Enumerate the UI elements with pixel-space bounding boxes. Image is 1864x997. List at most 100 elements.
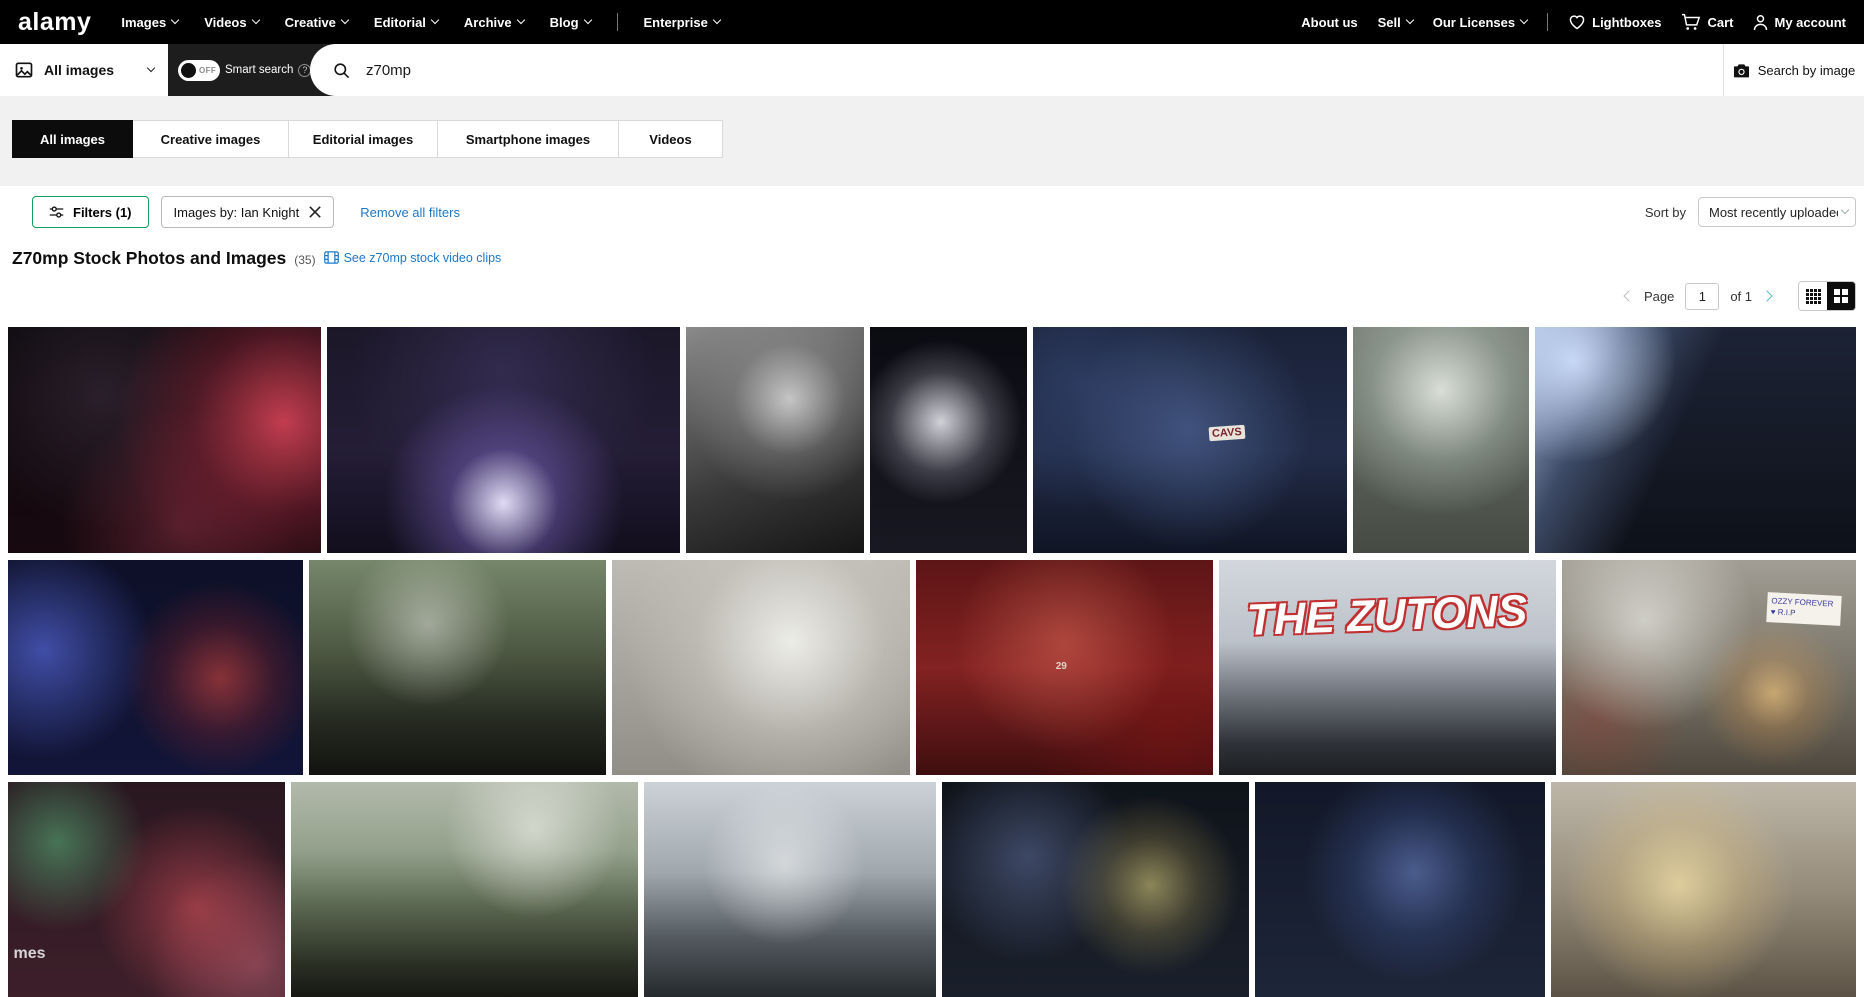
photo-thumbnail-three-women-red-stage[interactable]: 29	[916, 560, 1212, 775]
photo-thumbnail-bw-female-singer-microphone[interactable]	[686, 327, 864, 553]
nav-item-our-licenses[interactable]: Our Licenses	[1433, 15, 1527, 30]
page-number-input[interactable]	[1685, 283, 1719, 310]
tab-videos[interactable]: Videos	[619, 120, 723, 158]
photo-thumbnail-singer-white-jacket-dark-stage[interactable]	[870, 327, 1026, 553]
photo-thumbnail-memorial-flowers-candles[interactable]: OZZY FOREVER ♥ R.I.P	[1562, 560, 1856, 775]
photo-thumbnail-singer-leaning-to-festival-crowd[interactable]	[309, 560, 605, 775]
search-by-image-label: Search by image	[1758, 63, 1856, 78]
nav-label: Cart	[1707, 15, 1733, 30]
nav-label: Archive	[464, 15, 512, 30]
photo-thumbnail-sepia-singer-sunglasses-fog[interactable]	[612, 560, 910, 775]
photo-thumbnail-duo-gold-outfits-bright-stage[interactable]	[1551, 782, 1856, 997]
next-page-icon[interactable]	[1761, 290, 1772, 301]
search-by-image-button[interactable]: Search by image	[1723, 44, 1864, 96]
nav-label: Enterprise	[644, 15, 708, 30]
sliders-icon	[49, 205, 64, 219]
photo-overlay-text: THE ZUTONS	[1246, 586, 1528, 646]
pagination-row: Page of 1	[0, 281, 1856, 311]
nav-item-lightboxes[interactable]: Lightboxes	[1568, 14, 1661, 30]
chevron-down-icon	[171, 16, 179, 24]
see-video-clips-link[interactable]: See z70mp stock video clips	[324, 251, 502, 265]
previous-page-icon[interactable]	[1623, 290, 1634, 301]
photo-thumbnail-performer-arm-raised-spotlights[interactable]	[1535, 327, 1856, 553]
nav-item-enterprise[interactable]: Enterprise	[644, 15, 720, 30]
nav-item-creative[interactable]: Creative	[285, 15, 348, 30]
tabs-band: All images Creative images Editorial ima…	[0, 96, 1864, 186]
cart-icon	[1681, 13, 1701, 31]
chevron-down-icon	[1406, 16, 1414, 24]
large-grid-icon	[1834, 289, 1848, 303]
photo-thumbnail-group-on-stage-blue-light[interactable]: CAVS	[1033, 327, 1348, 553]
tab-editorial-images[interactable]: Editorial images	[289, 120, 438, 158]
search-scope-label: All images	[44, 62, 114, 78]
photo-overlay-text: mes	[14, 945, 46, 963]
page-label: Page	[1644, 289, 1674, 304]
nav-item-my-account[interactable]: My account	[1753, 14, 1846, 31]
photo-thumbnail-band-red-green-stage-flowers[interactable]: mes	[8, 782, 285, 997]
filters-row: Filters (1) Images by: Ian Knight Remove…	[32, 196, 1856, 228]
tab-creative-images[interactable]: Creative images	[133, 120, 289, 158]
filter-chip-label: Images by: Ian Knight	[174, 205, 300, 220]
nav-item-images[interactable]: Images	[121, 15, 178, 30]
page-total-label: of 1	[1730, 289, 1752, 304]
search-field	[310, 44, 1723, 96]
photo-row: mes	[8, 782, 1856, 997]
tab-smartphone-images[interactable]: Smartphone images	[438, 120, 619, 158]
heart-icon	[1568, 14, 1586, 30]
photo-thumbnail-guitarist-red-stage-lights[interactable]	[8, 327, 321, 553]
large-grid-view-button[interactable]	[1827, 282, 1855, 310]
filters-button-label: Filters (1)	[73, 205, 132, 220]
filters-button[interactable]: Filters (1)	[32, 196, 149, 228]
smart-search-toggle[interactable]: OFF	[178, 60, 220, 81]
result-type-tabs: All images Creative images Editorial ima…	[12, 120, 1864, 158]
chevron-down-icon	[251, 16, 259, 24]
photo-thumbnail-young-musician-portrait-spotlight[interactable]	[1353, 327, 1529, 553]
filter-chip-images-by[interactable]: Images by: Ian Knight	[161, 196, 335, 228]
photo-overlay-text: CAVS	[1208, 425, 1245, 441]
view-toggle-group	[1798, 281, 1856, 311]
chevron-down-icon	[713, 16, 721, 24]
nav-item-videos[interactable]: Videos	[204, 15, 258, 30]
search-input[interactable]	[364, 61, 1723, 80]
nav-label: Videos	[204, 15, 246, 30]
nav-item-cart[interactable]: Cart	[1681, 13, 1733, 31]
remove-all-filters-link[interactable]: Remove all filters	[360, 205, 460, 220]
see-video-clips-label: See z70mp stock video clips	[344, 251, 502, 265]
photo-thumbnail-guitarist-with-cartoon-screen[interactable]	[8, 560, 303, 775]
nav-item-sell[interactable]: Sell	[1378, 15, 1413, 30]
sort-by-label: Sort by	[1645, 205, 1686, 220]
image-icon	[14, 60, 34, 80]
close-icon[interactable]	[309, 206, 321, 218]
smart-search-label: Smart search	[225, 64, 293, 76]
page-title: Z70mp Stock Photos and Images	[12, 248, 286, 269]
top-navigation: alamy Images Videos Creative Editorial A…	[0, 0, 1864, 44]
film-icon	[324, 251, 339, 264]
nav-item-blog[interactable]: Blog	[550, 15, 591, 30]
photo-thumbnail-guitarist-singing-blue-stage[interactable]	[1255, 782, 1545, 997]
small-grid-view-button[interactable]	[1799, 282, 1827, 310]
nav-item-editorial[interactable]: Editorial	[374, 15, 438, 30]
chevron-down-icon	[583, 16, 591, 24]
photo-overlay-text: OZZY FOREVER ♥ R.I.P	[1767, 592, 1842, 625]
nav-label: Lightboxes	[1592, 15, 1661, 30]
photo-thumbnail-zutons-festival-stage[interactable]: THE ZUTONS	[1219, 560, 1556, 775]
secondary-nav: About us Sell Our Licenses Lightboxes Ca…	[1301, 13, 1846, 31]
nav-label: Our Licenses	[1433, 15, 1515, 30]
nav-label: Sell	[1378, 15, 1401, 30]
search-scope-dropdown[interactable]: All images	[0, 44, 168, 96]
chevron-down-icon	[431, 16, 439, 24]
photo-thumbnail-drummer-and-bassist-dark-stage[interactable]	[942, 782, 1250, 997]
tab-all-images[interactable]: All images	[12, 120, 133, 158]
nav-item-about-us[interactable]: About us	[1301, 15, 1357, 30]
photo-thumbnail-concert-hall-wide-view[interactable]	[327, 327, 680, 553]
camera-icon	[1733, 63, 1750, 78]
chevron-down-icon	[147, 64, 155, 72]
photo-thumbnail-singer-standing-over-crowd[interactable]	[644, 782, 936, 997]
photo-thumbnail-festival-crowd-flags-stage[interactable]	[291, 782, 638, 997]
toggle-knob	[181, 63, 196, 78]
alamy-logo[interactable]: alamy	[18, 8, 91, 37]
nav-item-archive[interactable]: Archive	[464, 15, 524, 30]
sort-dropdown[interactable]: Most recently uploaded	[1698, 197, 1856, 227]
search-icon[interactable]	[332, 61, 351, 80]
chevron-down-icon	[516, 16, 524, 24]
